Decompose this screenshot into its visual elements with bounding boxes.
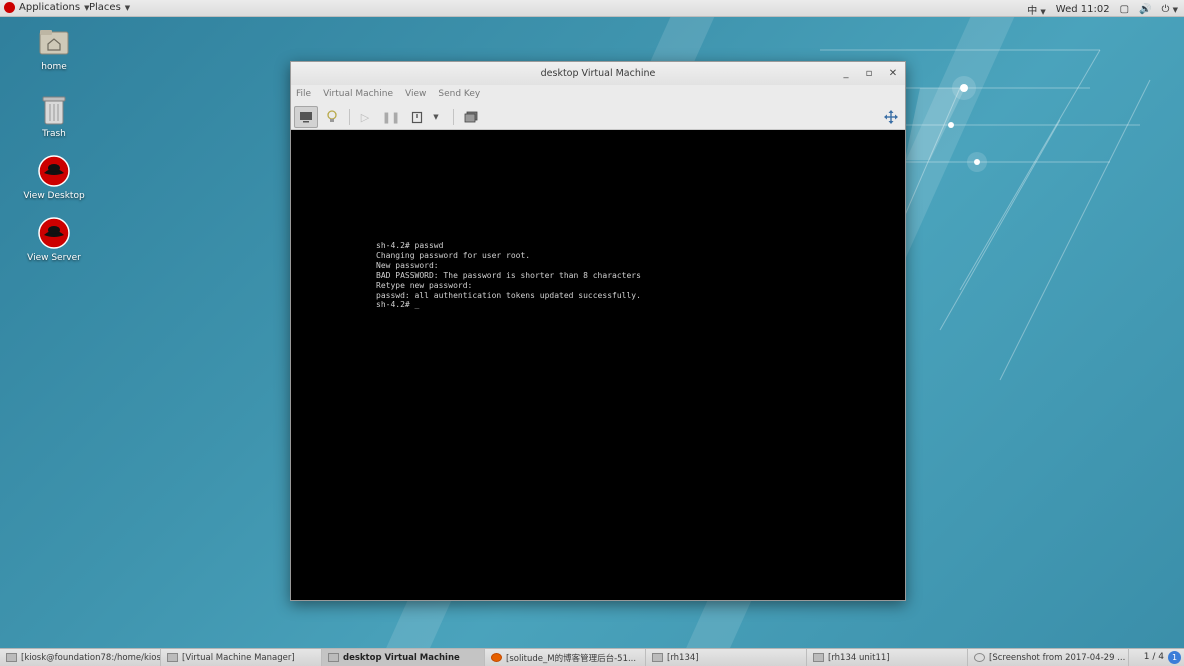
power-icon[interactable]: ⏻ ▼ xyxy=(1162,4,1178,15)
task-label: [rh134] xyxy=(667,652,699,663)
desktop-icon-label: home xyxy=(41,62,67,72)
firefox-icon xyxy=(491,653,502,662)
task-rh134[interactable]: [rh134] xyxy=(646,649,807,666)
shutdown-button[interactable] xyxy=(405,106,429,128)
task-label: [kiosk@foundation78:/home/kiosk] xyxy=(21,652,161,663)
menu-file[interactable]: File xyxy=(296,89,311,99)
run-button[interactable]: ▷ xyxy=(353,106,377,128)
screen-icon[interactable]: ▢ xyxy=(1120,4,1129,15)
task-firefox[interactable]: [solitude_M的博客管理后台-51... xyxy=(485,649,646,666)
console-line: BAD PASSWORD: The password is shorter th… xyxy=(376,270,641,280)
details-view-button[interactable] xyxy=(320,106,344,128)
task-virt-manager[interactable]: [Virtual Machine Manager] xyxy=(161,649,322,666)
bottom-taskbar: [kiosk@foundation78:/home/kiosk] [Virtua… xyxy=(0,648,1184,666)
window-titlebar[interactable]: desktop Virtual Machine _ ▫ ✕ xyxy=(291,62,905,85)
clock[interactable]: Wed 11:02 xyxy=(1056,4,1110,15)
workspace-switcher[interactable]: 1 / 4 xyxy=(1144,652,1164,662)
console-output: sh-4.2# passwd Changing password for use… xyxy=(376,241,641,310)
desktop-icon-view-desktop[interactable]: View Desktop xyxy=(19,154,89,201)
vm-toolbar: ▷ ❚❚ ▼ xyxy=(291,103,905,130)
top-panel: Applications ▼ Places ▼ 中 ▼ Wed 11:02 ▢ … xyxy=(0,0,1184,17)
system-tray: 中 ▼ Wed 11:02 ▢ 🔊 ⏻ ▼ xyxy=(1027,2,1178,17)
redhat-icon xyxy=(37,216,71,250)
console-line: sh-4.2# _ xyxy=(376,300,420,310)
chevron-down-icon: ▼ xyxy=(433,113,439,121)
fullscreen-icon xyxy=(884,110,898,124)
shutdown-menu-button[interactable]: ▼ xyxy=(428,106,444,128)
task-label: desktop Virtual Machine xyxy=(343,652,460,663)
folder-home-icon xyxy=(37,25,71,59)
console-line: sh-4.2# passwd xyxy=(376,241,444,250)
play-icon: ▷ xyxy=(360,110,370,124)
console-view-button[interactable] xyxy=(294,106,318,128)
close-icon[interactable]: ✕ xyxy=(885,62,901,85)
applications-menu[interactable]: Applications ▼ xyxy=(4,2,89,13)
vm-window: desktop Virtual Machine _ ▫ ✕ File Virtu… xyxy=(290,61,906,601)
desktop-icon-label: Trash xyxy=(42,129,66,139)
window-title: desktop Virtual Machine xyxy=(540,68,656,79)
desktop-icon-label: View Desktop xyxy=(23,191,85,201)
lightbulb-icon xyxy=(327,110,337,122)
minimize-icon[interactable]: _ xyxy=(838,62,854,85)
menu-view[interactable]: View xyxy=(405,89,426,99)
folder-icon xyxy=(813,653,824,662)
folder-icon xyxy=(652,653,663,662)
console-line: New password: xyxy=(376,260,439,270)
desktop-icon-label: View Server xyxy=(27,253,81,263)
console-line: passwd: all authentication tokens update… xyxy=(376,290,641,300)
chevron-down-icon: ▼ xyxy=(1040,8,1046,16)
notification-icon[interactable]: 1 xyxy=(1168,651,1181,664)
task-label: [solitude_M的博客管理后台-51... xyxy=(506,653,637,664)
snapshots-button[interactable] xyxy=(459,106,483,128)
redhat-icon xyxy=(37,154,71,188)
monitor-icon xyxy=(300,112,312,123)
task-desktop-vm[interactable]: desktop Virtual Machine xyxy=(322,649,485,666)
virt-manager-icon xyxy=(167,653,178,662)
places-label: Places xyxy=(89,2,121,13)
input-method-indicator[interactable]: 中 ▼ xyxy=(1027,2,1046,17)
window-menubar: File Virtual Machine View Send Key xyxy=(291,85,905,103)
task-label: [rh134 unit11] xyxy=(828,652,890,663)
shutdown-icon xyxy=(411,111,423,123)
image-viewer-icon xyxy=(974,653,985,662)
trash-icon xyxy=(37,92,71,126)
applications-label: Applications xyxy=(19,2,81,13)
chevron-down-icon: ▼ xyxy=(124,3,131,12)
vm-console[interactable]: sh-4.2# passwd Changing password for use… xyxy=(291,130,905,600)
task-screenshot[interactable]: [Screenshot from 2017-04-29 ... xyxy=(968,649,1129,666)
pause-button[interactable]: ❚❚ xyxy=(379,106,403,128)
task-rh134-unit11[interactable]: [rh134 unit11] xyxy=(807,649,968,666)
snapshots-icon xyxy=(464,111,478,123)
desktop-icon-home[interactable]: home xyxy=(19,25,89,72)
desktop-icon-view-server[interactable]: View Server xyxy=(19,216,89,263)
console-line: Retype new password: xyxy=(376,280,473,290)
desktop-icon-trash[interactable]: Trash xyxy=(19,92,89,139)
fullscreen-button[interactable] xyxy=(879,106,903,128)
console-line: Changing password for user root. xyxy=(376,250,531,260)
task-label: [Screenshot from 2017-04-29 ... xyxy=(989,652,1126,663)
task-label: [Virtual Machine Manager] xyxy=(182,652,295,663)
pause-icon: ❚❚ xyxy=(381,110,401,124)
terminal-icon xyxy=(6,653,17,662)
volume-icon[interactable]: 🔊 xyxy=(1139,4,1151,15)
menu-virtual-machine[interactable]: Virtual Machine xyxy=(323,89,393,99)
virt-manager-icon xyxy=(328,653,339,662)
places-menu[interactable]: Places ▼ xyxy=(89,2,130,13)
maximize-icon[interactable]: ▫ xyxy=(861,62,877,85)
redhat-logo-icon xyxy=(4,2,15,13)
menu-send-key[interactable]: Send Key xyxy=(438,89,480,99)
task-terminal[interactable]: [kiosk@foundation78:/home/kiosk] xyxy=(0,649,161,666)
